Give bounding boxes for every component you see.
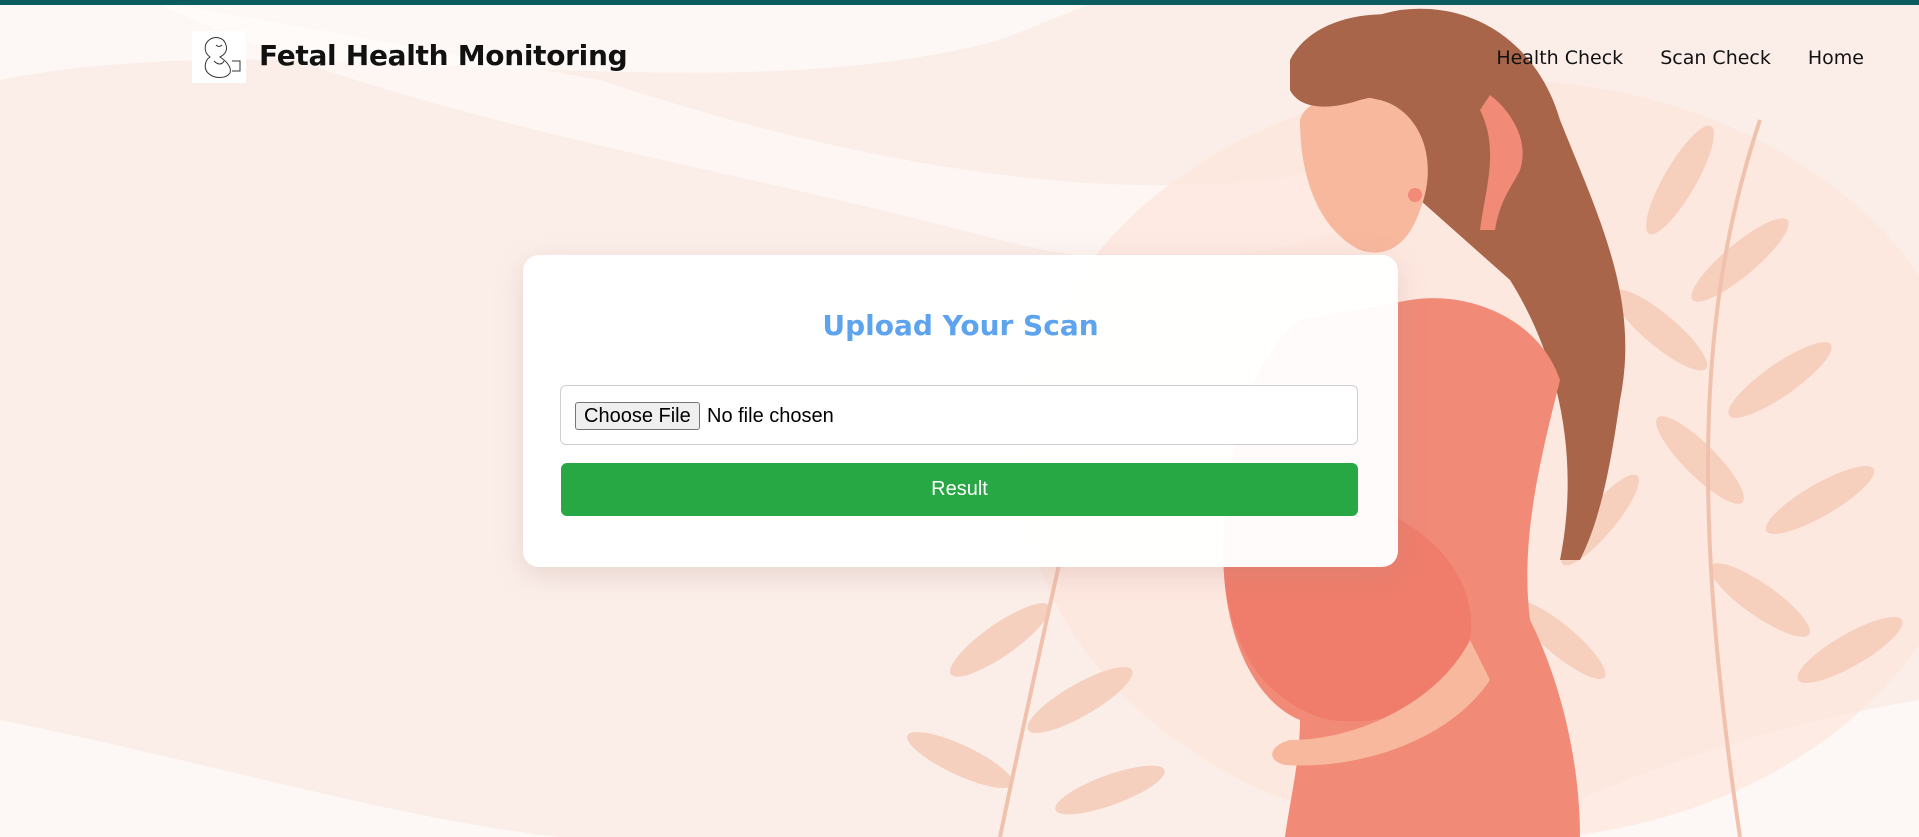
site-header: Fetal Health Monitoring Health Check Sca… (0, 5, 1919, 105)
upload-title: Upload Your Scan (822, 309, 1099, 342)
file-status-text: No file chosen (707, 405, 834, 427)
choose-file-button[interactable]: Choose File (575, 402, 700, 430)
upload-card: Upload Your Scan Choose File No file cho… (523, 255, 1398, 567)
result-button[interactable]: Result (561, 463, 1358, 516)
nav-health-check[interactable]: Health Check (1496, 47, 1623, 69)
file-input-field[interactable]: Choose File No file chosen (560, 385, 1358, 445)
nav-scan-check[interactable]: Scan Check (1660, 47, 1771, 69)
top-bar (0, 0, 1919, 5)
site-title: Fetal Health Monitoring (259, 39, 628, 72)
nav-home[interactable]: Home (1808, 47, 1864, 69)
main-nav: Health Check Scan Check Home (1496, 47, 1864, 69)
fetus-sketch-icon[interactable] (192, 31, 246, 83)
